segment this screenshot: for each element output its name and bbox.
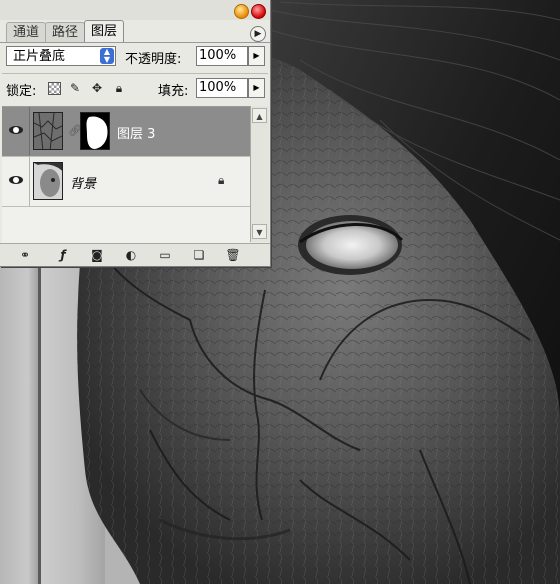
panel-menu-icon[interactable]: ▶ (250, 26, 266, 42)
blend-mode-select[interactable]: 正片叠底 ▲ ▼ (6, 46, 116, 66)
fill-slider-button[interactable]: ▶ (248, 78, 265, 98)
eye-icon (9, 126, 23, 134)
mask-icon[interactable]: ◙ (88, 247, 106, 263)
tab-channels[interactable]: 通道 (6, 22, 47, 42)
visibility-toggle[interactable] (2, 107, 30, 156)
opacity-slider-button[interactable]: ▶ (248, 46, 265, 66)
lock-fill-row: 锁定: ✎ ✥ 🔒︎ 填充: 100% ▶ (0, 78, 270, 102)
visibility-toggle[interactable] (2, 157, 30, 206)
layer-row-background[interactable]: 背景 🔒︎ (2, 157, 250, 206)
adjustment-icon[interactable]: ◐ (122, 247, 140, 263)
lock-icon: 🔒︎ (218, 173, 225, 187)
layer-name[interactable]: 图层 3 (117, 123, 155, 142)
fill-label: 填充: (158, 84, 189, 99)
lock-move-icon[interactable]: ✥ (90, 81, 104, 95)
layer-list: 🔗︎ 图层 3 背景 🔒︎ (2, 106, 250, 243)
lock-transparent-icon[interactable] (48, 82, 61, 95)
lock-label: 锁定: (6, 84, 37, 99)
eye-icon (9, 176, 23, 184)
divider (2, 73, 268, 74)
opacity-label: 不透明度: (125, 52, 182, 67)
trash-icon[interactable]: 🗑︎ (224, 247, 242, 263)
panel-titlebar[interactable] (0, 0, 270, 20)
layer-row-layer3[interactable]: 🔗︎ 图层 3 (2, 107, 250, 156)
lock-paint-icon[interactable]: ✎ (68, 81, 82, 95)
lock-all-icon[interactable]: 🔒︎ (112, 81, 126, 95)
blend-opacity-row: 正片叠底 ▲ ▼ 不透明度: 100% ▶ (0, 46, 270, 70)
scroll-up-icon[interactable]: ▲ (252, 108, 267, 123)
folder-icon[interactable]: ▭ (156, 247, 174, 263)
fill-input[interactable]: 100% (196, 78, 248, 98)
blend-mode-value: 正片叠底 (13, 49, 66, 64)
tab-layers[interactable]: 图层 (84, 20, 125, 42)
layer-name[interactable]: 背景 (70, 173, 96, 192)
opacity-input[interactable]: 100% (196, 46, 248, 66)
scroll-down-icon[interactable]: ▼ (252, 224, 267, 239)
close-button[interactable] (251, 4, 266, 19)
tab-divider (0, 42, 270, 43)
select-arrows-icon: ▲ ▼ (100, 48, 114, 64)
layers-panel: 通道 路径 图层 ▶ 正片叠底 ▲ ▼ 不透明度: 100% ▶ 锁定: ✎ ✥ … (0, 0, 271, 267)
layer-mask-thumbnail[interactable] (80, 112, 110, 150)
layer-thumbnail (33, 112, 63, 150)
panel-tabs: 通道 路径 图层 (6, 20, 125, 42)
layer-thumbnail (33, 162, 63, 200)
tab-paths[interactable]: 路径 (45, 22, 86, 42)
fx-icon[interactable]: ƒ (54, 247, 72, 263)
layers-toolbar: ⚭ ƒ ◙ ◐ ▭ ❏ 🗑︎ (0, 243, 270, 266)
layer-list-scrollbar[interactable]: ▲ ▼ (250, 106, 269, 242)
row-divider (2, 206, 250, 207)
minimize-button[interactable] (234, 4, 249, 19)
link-icon[interactable]: ⚭ (16, 247, 34, 263)
new-layer-icon[interactable]: ❏ (190, 247, 208, 263)
